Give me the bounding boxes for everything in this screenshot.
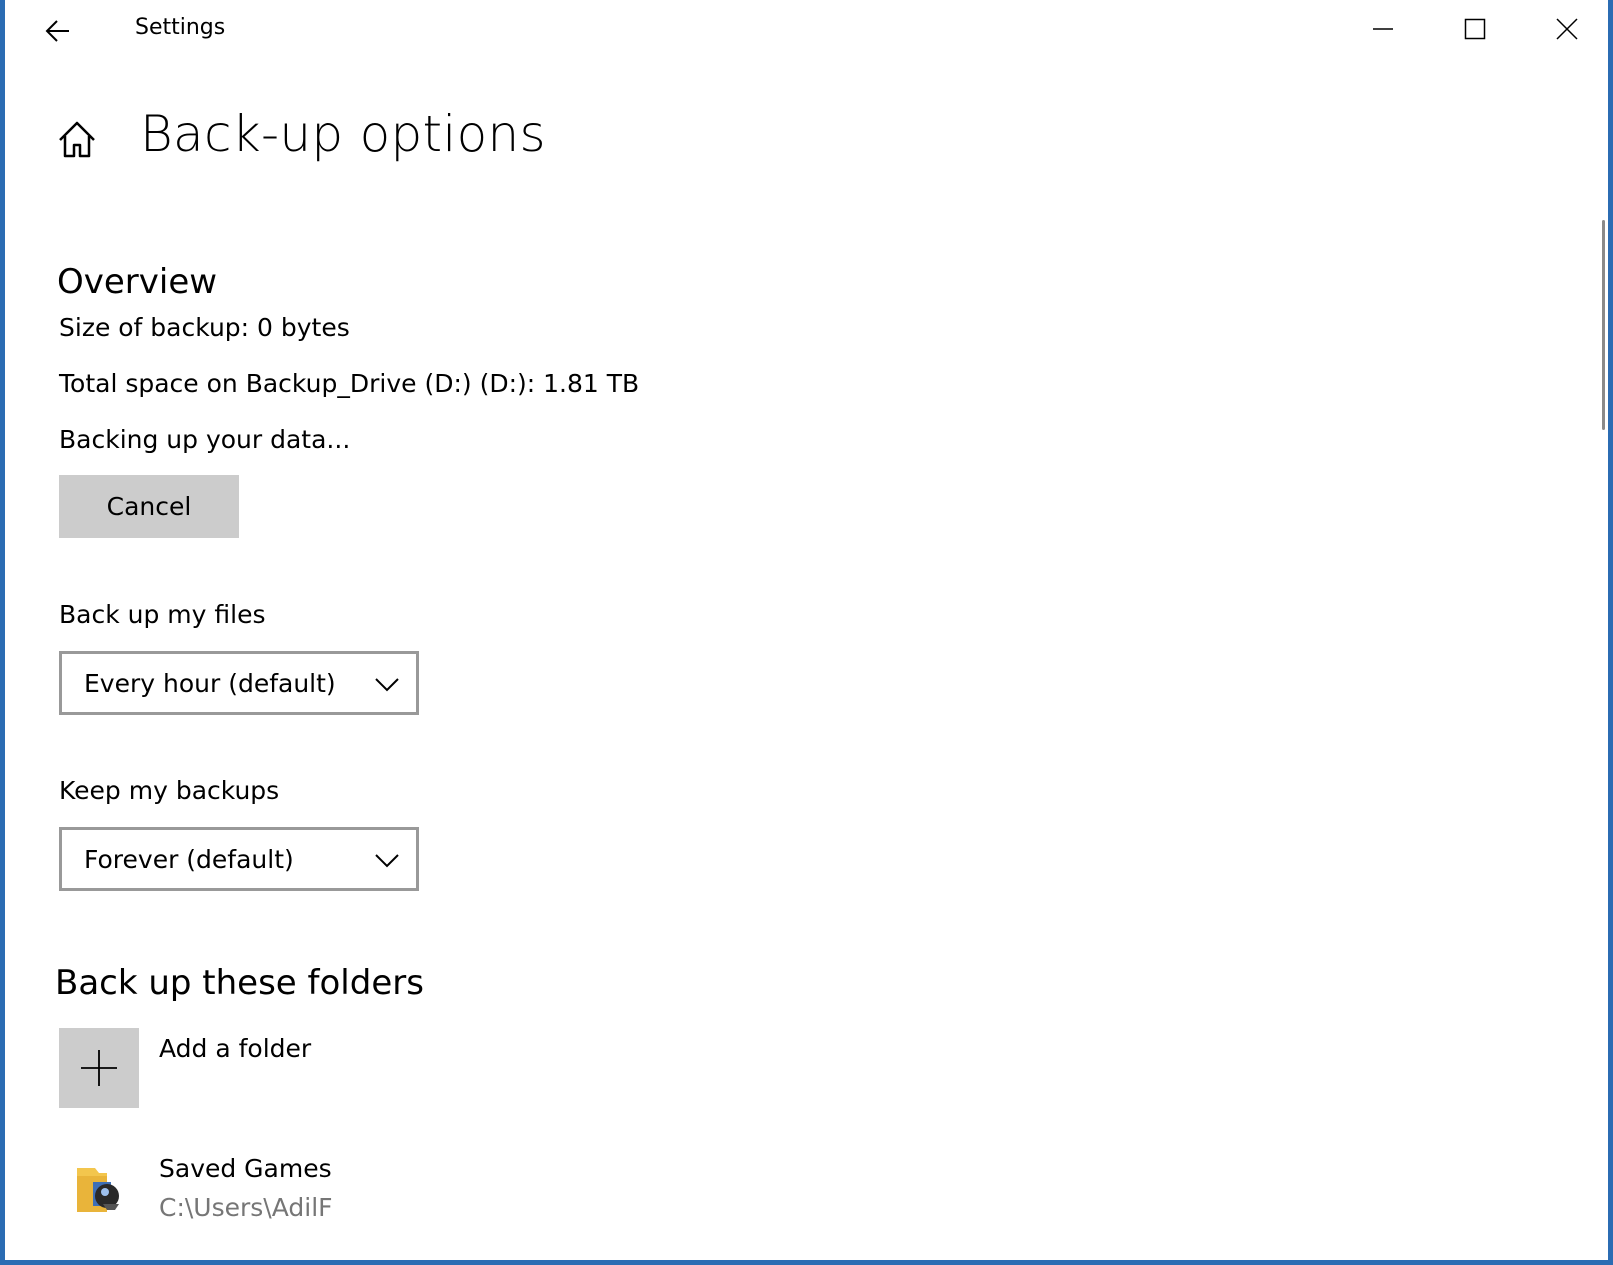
folder-name: Saved Games: [159, 1154, 332, 1183]
plus-icon: [81, 1050, 117, 1086]
overview-heading: Overview: [57, 262, 218, 302]
backup-frequency-dropdown[interactable]: Every hour (default): [59, 651, 419, 715]
add-folder-button[interactable]: [59, 1028, 139, 1108]
minimize-icon: [1373, 28, 1393, 30]
backup-status-text: Backing up your data...: [59, 425, 351, 454]
chevron-down-icon: [375, 678, 399, 692]
cancel-button[interactable]: Cancel: [59, 475, 239, 538]
back-arrow-icon: [45, 20, 69, 42]
minimize-button[interactable]: [1337, 0, 1429, 58]
scrollbar-thumb[interactable]: [1602, 220, 1605, 430]
retention-label: Keep my backups: [59, 776, 280, 805]
settings-window: Settings Back-up options Overview Size o…: [0, 0, 1613, 1265]
folders-heading: Back up these folders: [55, 963, 424, 1003]
add-folder-label[interactable]: Add a folder: [159, 1034, 311, 1063]
back-button[interactable]: [33, 6, 85, 54]
window-title: Settings: [135, 15, 226, 40]
total-space-text: Total space on Backup_Drive (D:) (D:): 1…: [59, 369, 640, 398]
home-icon: [59, 121, 95, 158]
retention-dropdown[interactable]: Forever (default): [59, 827, 419, 891]
title-bar: Settings: [5, 0, 1608, 60]
backup-size-text: Size of backup: 0 bytes: [59, 313, 350, 342]
home-button[interactable]: [55, 118, 99, 162]
close-button[interactable]: [1521, 0, 1613, 58]
page-title: Back-up options: [140, 105, 546, 163]
chevron-down-icon: [375, 854, 399, 868]
maximize-button[interactable]: [1429, 0, 1521, 58]
retention-value: Forever (default): [84, 845, 294, 874]
maximize-icon: [1464, 18, 1486, 40]
close-icon: [1556, 18, 1578, 40]
saved-games-folder-icon: [77, 1168, 119, 1212]
folder-path: C:\Users\AdilF: [159, 1193, 333, 1222]
backup-frequency-label: Back up my files: [59, 600, 266, 629]
backup-frequency-value: Every hour (default): [84, 669, 336, 698]
